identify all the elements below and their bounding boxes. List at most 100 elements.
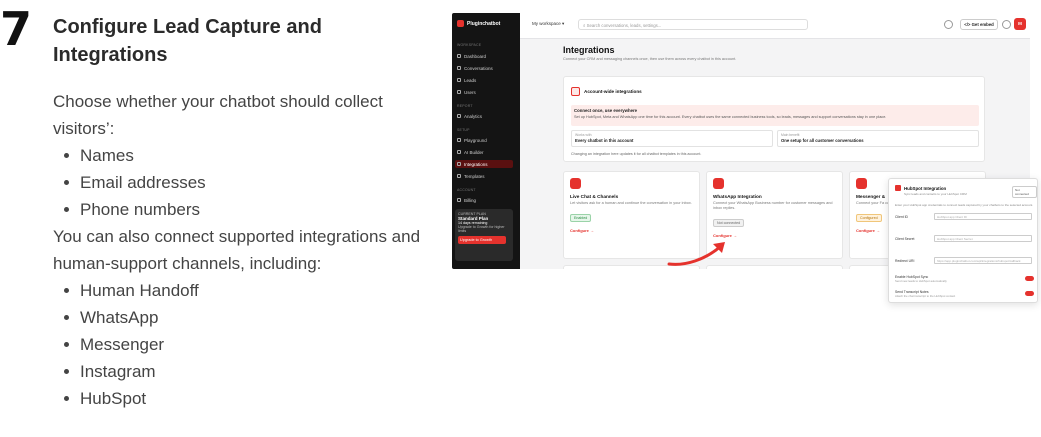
search-placeholder: Search conversations, leads, settings... — [586, 23, 662, 28]
upgrade-button[interactable]: Upgrade to Growth — [458, 236, 506, 244]
integrations-icon — [457, 162, 461, 166]
sidebar-item-label: Leads — [464, 77, 477, 83]
list-item: Messenger — [53, 331, 428, 358]
redirect-uri-field[interactable]: https://app.pluginchatbot.com/api/integr… — [934, 257, 1032, 264]
sidebar-item-label: Dashboard — [464, 53, 487, 59]
card-desc: Connect your WhatsApp Business number fo… — [713, 201, 833, 210]
plug-icon — [571, 87, 580, 96]
playground-icon — [457, 138, 461, 142]
step-body: Choose whether your chatbot should colle… — [53, 88, 428, 412]
box-value: Every chatbot in this account — [575, 138, 634, 143]
toggle-desc: Attach the chat transcript to the HubSpo… — [895, 294, 956, 298]
list-item: Human Handoff — [53, 277, 428, 304]
hubspot-settings-panel: HubSpot Integration Sync leads and conta… — [888, 178, 1038, 303]
status-badge: Enabled — [570, 214, 592, 222]
search-input[interactable]: ⌕ Search conversations, leads, settings.… — [578, 19, 808, 30]
sidebar-item-users[interactable]: Users — [455, 88, 513, 96]
box-label: Works with — [575, 133, 592, 137]
sidebar-item-label: Playground — [464, 137, 487, 143]
logo-icon — [457, 20, 464, 27]
sidebar-item-label: AI Builder — [464, 149, 484, 155]
intro-text: Choose whether your chatbot should colle… — [53, 92, 383, 138]
status-badge: Not connected — [1012, 186, 1037, 198]
step-title: Configure Lead Capture and Integrations — [53, 16, 322, 66]
note-title: Connect once, use everywhere — [574, 108, 638, 113]
sidebar-item-billing[interactable]: Billing — [455, 196, 513, 204]
plan-desc: Upgrade to Growth for higher limits — [458, 225, 505, 233]
ai-icon — [457, 150, 461, 154]
card-title: Live Chat & Channels — [570, 194, 619, 199]
status-badge: Not connected — [713, 219, 745, 227]
help-icon[interactable] — [944, 20, 953, 29]
sidebar-item-conversations[interactable]: Conversations — [455, 64, 513, 72]
users-icon — [457, 90, 461, 94]
sidebar-item-analytics[interactable]: Analytics — [455, 112, 513, 120]
sidebar-item-ai-builder[interactable]: AI Builder — [455, 148, 513, 156]
sync-toggle[interactable] — [1025, 276, 1034, 281]
avatar[interactable]: M — [1014, 18, 1026, 30]
search-icon: ⌕ — [583, 23, 586, 28]
list-item: Email addresses — [53, 169, 428, 196]
card-title: WhatsApp Integration — [713, 194, 762, 199]
client-id-field[interactable]: HubSpot app Client ID — [934, 213, 1032, 220]
note-text: Set up HubSpot, Meta and WhatsApp one ti… — [574, 115, 887, 119]
info-note: Connect once, use everywhere Set up HubSp… — [571, 105, 979, 126]
settings-icon[interactable] — [1002, 20, 1011, 29]
sidebar: Pluginchatbot WORKSPACE Dashboard Conver… — [452, 13, 520, 269]
messenger-icon — [856, 178, 867, 189]
transcript-toggle[interactable] — [1025, 291, 1034, 296]
box-value: One setup for all customer conversations — [781, 138, 864, 143]
panel-subtitle: Sync leads and contacts to your HubSpot … — [904, 192, 967, 196]
section-label: REPORT — [457, 104, 473, 108]
workspace-label: My workspace — [532, 21, 561, 26]
annotation-arrow-icon — [667, 242, 725, 266]
client-secret-field[interactable]: HubSpot app Client Secret — [934, 235, 1032, 242]
list-item: Phone numbers — [53, 196, 428, 223]
phone-icon — [713, 178, 724, 189]
card-title: Account-wide integrations — [584, 89, 642, 94]
sidebar-item-dashboard[interactable]: Dashboard — [455, 52, 513, 60]
chat-icon — [457, 66, 461, 70]
analytics-icon — [457, 114, 461, 118]
templates-icon — [457, 174, 461, 178]
account-integrations-card: Account-wide integrations Connect once, … — [563, 76, 985, 162]
section-label: WORKSPACE — [457, 43, 482, 47]
panel-intro: Enter your HubSpot app credentials to co… — [895, 203, 1034, 207]
sidebar-item-label: Templates — [464, 173, 485, 179]
sidebar-item-templates[interactable]: Templates — [455, 172, 513, 180]
sidebar-item-playground[interactable]: Playground — [455, 136, 513, 144]
card-desc: Let visitors ask for a human and continu… — [570, 201, 692, 205]
sidebar-item-integrations[interactable]: Integrations — [455, 160, 513, 168]
connect-text: You can also connect supported integrati… — [53, 227, 421, 273]
toggle-desc: Send new leads to HubSpot automatically — [895, 279, 947, 283]
list-item: Instagram — [53, 358, 428, 385]
get-embed-label: Get embed — [971, 22, 994, 27]
list-item: Names — [53, 142, 428, 169]
list-item: HubSpot — [53, 385, 428, 412]
sidebar-item-label: Users — [464, 89, 476, 95]
page-title: Integrations — [563, 45, 615, 55]
brand: Pluginchatbot — [457, 20, 500, 27]
sidebar-item-leads[interactable]: Leads — [455, 76, 513, 84]
dashboard-icon — [457, 54, 461, 58]
section-label: ACCOUNT — [457, 188, 476, 192]
sidebar-item-label: Analytics — [464, 113, 483, 119]
get-embed-button[interactable]: </> Get embed — [960, 19, 998, 30]
page-subtitle: Connect your CRM and messaging channels … — [563, 57, 737, 61]
chat-icon — [570, 178, 581, 189]
status-badge: Configured — [856, 214, 882, 222]
sidebar-item-label: Billing — [464, 197, 477, 203]
workspace-select[interactable]: My workspace ▾ — [532, 21, 564, 27]
collect-list: Names Email addresses Phone numbers — [53, 142, 428, 223]
billing-icon — [457, 198, 461, 202]
top-bar: My workspace ▾ ⌕ Search conversations, l… — [520, 13, 1030, 39]
sidebar-item-label: Integrations — [464, 161, 488, 167]
chevron-down-icon: ▾ — [562, 21, 565, 26]
step-number: 7 — [0, 2, 33, 56]
section-label: SETUP — [457, 128, 470, 132]
configure-link[interactable]: Configure → — [570, 228, 693, 233]
benefit-box: Main benefit One setup for all customer c… — [777, 130, 979, 147]
hubspot-icon — [895, 185, 901, 191]
box-label: Main benefit — [781, 133, 800, 137]
list-item: WhatsApp — [53, 304, 428, 331]
